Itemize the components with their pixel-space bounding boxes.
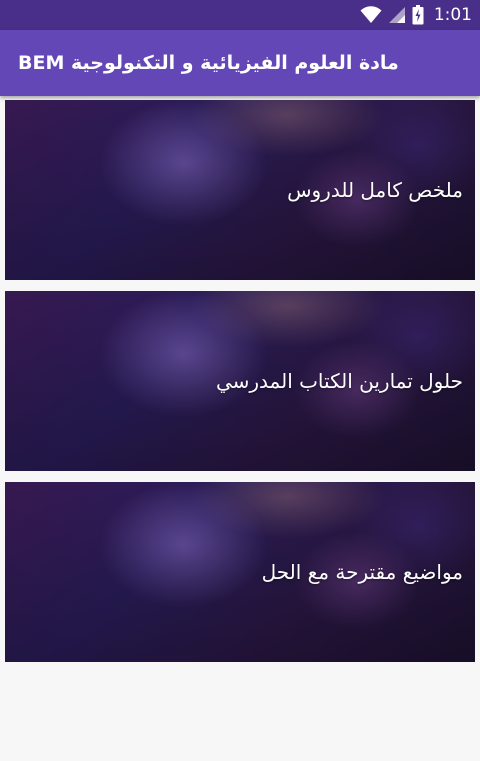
app-title: مادة العلوم الفيزيائية و التكنولوجية BEM [18, 52, 399, 74]
status-time: 1:01 [433, 5, 472, 25]
status-bar: 1:01 [0, 0, 480, 30]
card-title: ملخص كامل للدروس [287, 178, 463, 202]
status-icons: 1:01 [360, 0, 472, 30]
card-lessons-summary[interactable]: ملخص كامل للدروس [5, 100, 475, 280]
card-title: مواضيع مقترحة مع الحل [261, 560, 463, 584]
menu-list: ملخص كامل للدروس حلول تمارين الكتاب المد… [5, 100, 475, 673]
card-suggested-topics[interactable]: مواضيع مقترحة مع الحل [5, 482, 475, 662]
wifi-icon [360, 6, 382, 23]
app-bar: مادة العلوم الفيزيائية و التكنولوجية BEM [0, 30, 480, 96]
card-title: حلول تمارين الكتاب المدرسي [215, 369, 463, 393]
battery-icon [412, 5, 424, 25]
card-textbook-solutions[interactable]: حلول تمارين الكتاب المدرسي [5, 291, 475, 471]
signal-icon [388, 7, 405, 23]
